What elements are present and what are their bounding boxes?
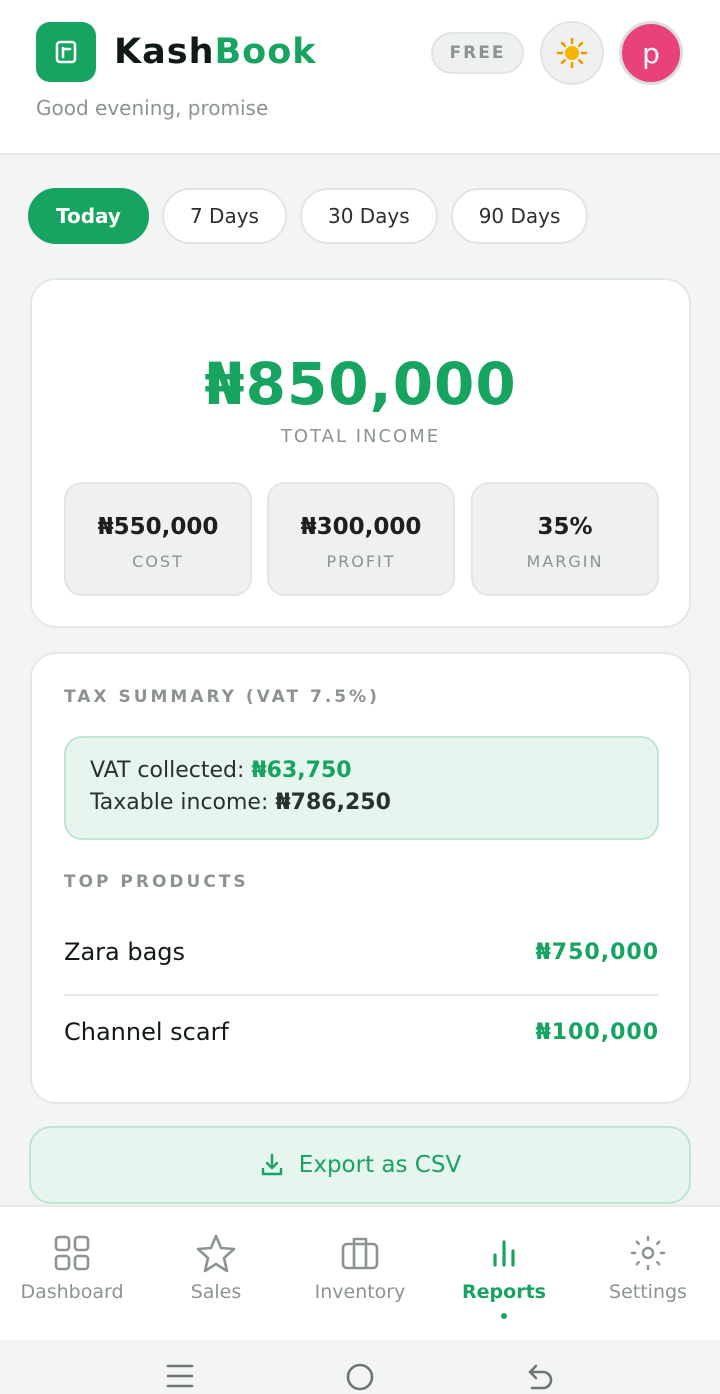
brand-name: KashBook	[114, 30, 317, 74]
tax-summary-title: TAX SUMMARY (VAT 7.5%)	[64, 687, 380, 707]
greeting-text: Good evening, promise	[36, 96, 269, 120]
tax-summary-card: TAX SUMMARY (VAT 7.5%) VAT collected: ₦6…	[30, 652, 691, 1104]
taxable-income-value: ₦786,250	[275, 790, 391, 815]
taxable-income-label: Taxable income:	[90, 790, 276, 815]
user-avatar[interactable]: p	[619, 21, 683, 85]
taxable-income-line: Taxable income: ₦786,250	[90, 790, 391, 815]
plan-badge[interactable]: FREE	[431, 32, 524, 74]
app-header: KashBook Good evening, promise FREE p	[0, 0, 720, 155]
nav-reports[interactable]: Reports	[432, 1207, 576, 1340]
nav-sales[interactable]: Sales	[144, 1207, 288, 1340]
profit-label: PROFIT	[326, 552, 396, 571]
bar-chart-icon	[493, 1240, 515, 1267]
income-summary-card: ₦850,000 TOTAL INCOME ₦550,000 COST ₦300…	[30, 278, 691, 628]
cost-label: COST	[132, 552, 184, 571]
profit-stat: ₦300,000 PROFIT	[267, 482, 455, 596]
tab-today[interactable]: Today	[28, 188, 149, 244]
active-indicator	[501, 1313, 507, 1319]
vat-collected-value: ₦63,750	[251, 758, 352, 783]
bottom-navigation: Dashboard Sales Inventory Reports Settin…	[0, 1205, 720, 1340]
export-csv-label: Export as CSV	[298, 1152, 462, 1178]
margin-label: MARGIN	[526, 552, 604, 571]
nav-settings-label: Settings	[609, 1281, 687, 1303]
product-amount: ₦750,000	[535, 939, 659, 965]
vat-info-box: VAT collected: ₦63,750 Taxable income: ₦…	[64, 736, 659, 840]
briefcase-icon	[341, 1237, 379, 1270]
download-icon	[261, 1153, 282, 1176]
profit-value: ₦300,000	[300, 514, 422, 540]
margin-value: 35%	[537, 514, 593, 540]
product-name: Channel scarf	[64, 1018, 229, 1046]
margin-stat: 35% MARGIN	[471, 482, 659, 596]
list-item[interactable]: Zara bags ₦750,000	[64, 912, 659, 992]
vat-collected-label: VAT collected:	[90, 758, 252, 783]
nav-inventory-label: Inventory	[314, 1281, 406, 1303]
product-amount: ₦100,000	[535, 1019, 659, 1045]
cost-value: ₦550,000	[97, 514, 219, 540]
back-icon[interactable]	[526, 1362, 554, 1394]
period-tabs: Today 7 Days 30 Days 90 Days	[28, 188, 589, 244]
nav-reports-label: Reports	[462, 1281, 546, 1303]
brand-name-part2: Book	[214, 32, 317, 72]
total-income-label: TOTAL INCOME	[280, 426, 441, 447]
brand-name-part1: Kash	[114, 32, 215, 72]
list-item[interactable]: Channel scarf ₦100,000	[64, 992, 659, 1072]
nav-settings[interactable]: Settings	[576, 1207, 720, 1340]
nav-dashboard-label: Dashboard	[20, 1281, 124, 1303]
nav-dashboard[interactable]: Dashboard	[0, 1207, 144, 1340]
grid-icon	[54, 1235, 90, 1271]
tab-7-days[interactable]: 7 Days	[161, 188, 287, 244]
sun-icon	[556, 37, 588, 69]
star-icon	[196, 1234, 236, 1273]
nav-sales-label: Sales	[190, 1281, 242, 1303]
nav-inventory[interactable]: Inventory	[288, 1207, 432, 1340]
product-name: Zara bags	[64, 938, 186, 966]
system-navigation-bar	[0, 1340, 720, 1394]
recent-apps-icon[interactable]	[166, 1362, 194, 1394]
home-icon[interactable]	[345, 1362, 375, 1394]
tab-30-days[interactable]: 30 Days	[299, 188, 438, 244]
app-logo-icon	[36, 22, 96, 82]
gear-icon	[630, 1235, 666, 1271]
export-csv-button[interactable]: Export as CSV	[29, 1126, 691, 1204]
theme-toggle-button[interactable]	[540, 21, 604, 85]
tab-90-days[interactable]: 90 Days	[450, 188, 589, 244]
vat-collected-line: VAT collected: ₦63,750	[90, 758, 352, 783]
top-products-title: TOP PRODUCTS	[64, 872, 249, 892]
cost-stat: ₦550,000 COST	[64, 482, 252, 596]
total-income-value: ₦850,000	[204, 350, 517, 418]
